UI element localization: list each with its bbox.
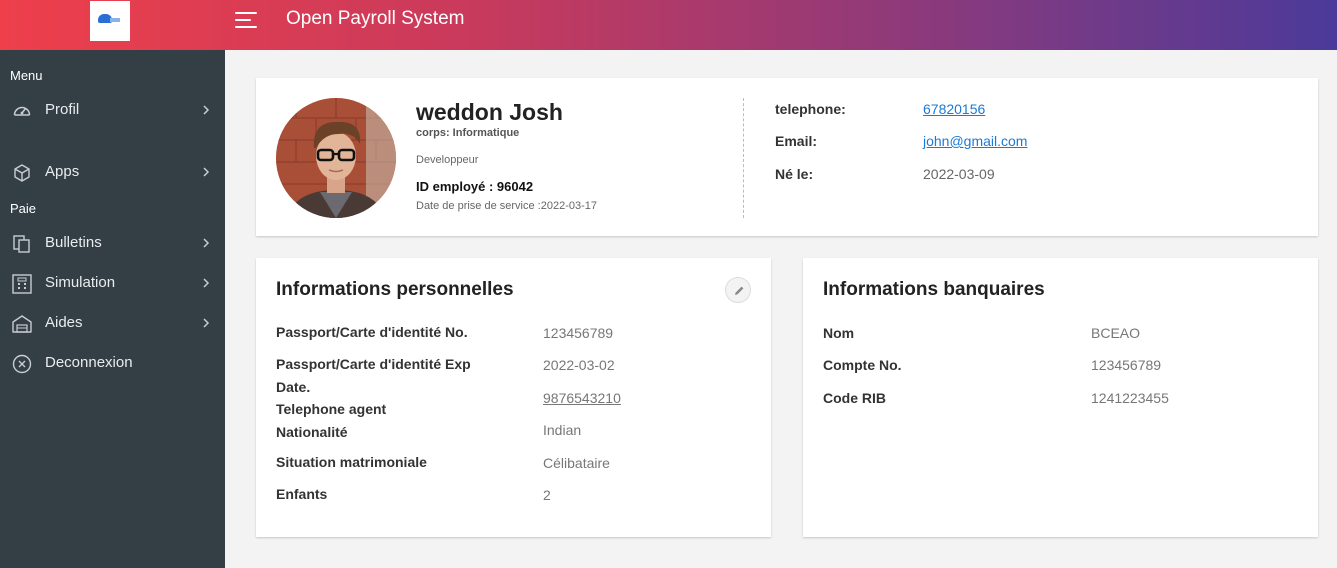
sidebar-section-menu: Menu	[10, 68, 43, 83]
profile-card: weddon Josh corps: Informatique Developp…	[256, 78, 1318, 236]
account-no-label: Compte No.	[823, 357, 902, 373]
telephone-label: telephone:	[775, 101, 846, 117]
logo-mark-accent	[110, 18, 120, 22]
sidebar-item-apps[interactable]: Apps	[0, 157, 225, 187]
bank-name-value: BCEAO	[1091, 325, 1141, 341]
app-title: Open Payroll System	[286, 8, 465, 29]
passport-exp-label: Passport/Carte d'identité Exp Date.	[276, 356, 471, 395]
sidebar-item-label: Bulletins	[45, 234, 102, 251]
personal-info-card: Informations personnelles Passport/Carte…	[256, 258, 771, 537]
employee-role: Developpeur	[416, 154, 479, 166]
marital-status-value: Célibataire	[543, 455, 610, 471]
profile-divider	[743, 98, 744, 218]
sidebar-item-bulletins[interactable]: Bulletins	[0, 228, 225, 258]
hamburger-menu-icon[interactable]	[235, 11, 257, 29]
calculator-icon	[12, 274, 32, 294]
bank-info-title: Informations banquaires	[823, 279, 1045, 300]
birthdate-label: Né le:	[775, 166, 814, 182]
sidebar-item-label: Aides	[45, 314, 83, 331]
bank-name-label: Nom	[823, 325, 855, 341]
sidebar-item-label: Profil	[45, 101, 80, 118]
passport-no-label: Passport/Carte d'identité No.	[276, 324, 468, 340]
chevron-right-icon	[203, 278, 210, 288]
sidebar-item-label: Apps	[45, 163, 80, 180]
sidebar-item-profil[interactable]: Profil	[0, 95, 225, 125]
pencil-icon	[735, 286, 744, 295]
birthdate-value: 2022-03-09	[923, 166, 995, 182]
gauge-icon	[13, 106, 31, 116]
profile-photo	[276, 98, 396, 218]
email-link[interactable]: john@gmail.com	[923, 133, 1027, 149]
top-navbar: Open Payroll System	[0, 0, 1337, 50]
passport-no-value: 123456789	[543, 325, 614, 341]
sidebar-section-paie: Paie	[10, 201, 37, 216]
children-value: 2	[543, 487, 551, 503]
employee-corps: corps: Informatique	[416, 127, 520, 139]
sidebar-item-label: Deconnexion	[45, 354, 133, 371]
sidebar: Menu Profil Apps Paie Bulletins Simulati…	[0, 50, 225, 568]
telephone-link[interactable]: 67820156	[923, 101, 985, 117]
edit-button[interactable]	[725, 277, 751, 303]
app-logo[interactable]	[90, 1, 130, 41]
close-circle-icon	[12, 354, 32, 374]
passport-exp-value: 2022-03-02	[543, 357, 615, 373]
cube-icon	[14, 164, 30, 182]
marital-status-label: Situation matrimoniale	[276, 454, 427, 470]
avatar	[276, 98, 396, 218]
chevron-right-icon	[203, 238, 210, 248]
chevron-right-icon	[203, 105, 210, 115]
employee-id: ID employé : 96042	[416, 179, 534, 194]
rib-code-value: 1241223455	[1091, 390, 1169, 406]
sidebar-item-simulation[interactable]: Simulation	[0, 268, 225, 298]
email-label: Email:	[775, 133, 818, 149]
chevron-right-icon	[203, 318, 210, 328]
bank-info-card: Informations banquaires Nom BCEAO Compte…	[803, 258, 1318, 537]
chevron-right-icon	[203, 167, 210, 177]
sidebar-item-deconnexion[interactable]: Deconnexion	[0, 348, 225, 378]
employee-start-date: Date de prise de service :2022-03-17	[416, 200, 597, 212]
sidebar-item-label: Simulation	[45, 274, 116, 291]
nationality-label: Nationalité	[276, 424, 348, 440]
sidebar-item-aides[interactable]: Aides	[0, 308, 225, 338]
telephone-agent-link[interactable]: 9876543210	[543, 390, 621, 406]
copy-icon	[13, 235, 30, 253]
telephone-agent-label: Telephone agent	[276, 401, 387, 417]
account-no-value: 123456789	[1091, 357, 1162, 373]
employee-name: weddon Josh	[416, 99, 563, 125]
bank-icon	[12, 315, 32, 333]
children-label: Enfants	[276, 486, 328, 502]
nationality-value: Indian	[543, 422, 582, 438]
rib-code-label: Code RIB	[823, 390, 886, 406]
personal-info-title: Informations personnelles	[276, 279, 514, 300]
